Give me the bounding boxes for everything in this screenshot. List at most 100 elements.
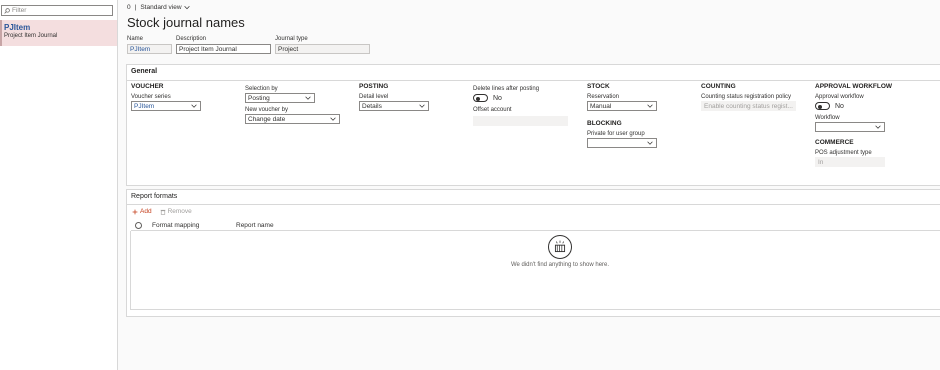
reservation-label: Reservation [587,94,620,100]
offset-account-input[interactable] [473,116,568,126]
detail-level-value: Details [362,102,382,110]
chevron-down-icon [875,125,881,129]
voucher-series-value: PJItem [134,102,155,110]
counting-policy-input[interactable]: Enable counting status regist... [701,101,796,111]
approval-heading: APPROVAL WORKFLOW [815,83,893,90]
name-value: PJItem [130,45,151,53]
separator: | [134,4,137,11]
counting-group: COUNTING Counting status registration po… [701,83,796,111]
description-value: Project Item Journal [179,45,237,53]
selection-by-label: Selection by [245,86,278,92]
journal-type-value: Project [278,45,299,53]
new-voucher-value: Change date [248,115,286,123]
selection-group: Selection by Posting New voucher by Chan… [245,82,340,124]
name-label: Name [127,36,144,42]
journal-type-field: Journal type Project [275,36,370,54]
view-selector[interactable]: Standard view [140,4,190,11]
report-formats-toolbar: Add Remove [132,208,192,215]
reservation-select[interactable]: Manual [587,101,657,111]
toggle-switch[interactable] [473,94,488,102]
voucher-series-select[interactable]: PJItem [131,101,201,111]
voucher-heading: VOUCHER [131,83,164,90]
counting-policy-value: Enable counting status regist... [704,102,793,110]
divider [127,204,940,205]
list-item[interactable]: PJItem Project Item Journal [0,20,117,46]
detail-level-select[interactable]: Details [359,101,429,111]
grid-header: Format mapping Report name [131,220,940,231]
stock-heading: STOCK [587,83,610,90]
selection-by-select[interactable]: Posting [245,93,315,103]
approval-workflow-toggle[interactable]: No [815,102,892,110]
empty-state-message: We didn't find anything to show here. [510,262,610,268]
name-field: Name PJItem [127,36,172,54]
column-header-report-name[interactable]: Report name [236,222,274,229]
remove-button[interactable]: Remove [160,208,192,215]
new-voucher-label: New voucher by [245,107,289,113]
chevron-down-icon [305,96,311,100]
remove-label: Remove [167,208,192,215]
chevron-down-icon [183,6,190,10]
list-item-title: PJItem [4,23,31,32]
delete-lines-toggle[interactable]: No [473,94,568,102]
divider [127,80,940,81]
private-user-group-label: Private for user group [587,131,645,137]
column-header-format-mapping[interactable]: Format mapping [152,222,236,229]
chevron-down-icon [330,117,336,121]
report-formats-title[interactable]: Report formats [127,190,940,200]
private-user-group-select[interactable] [587,138,657,148]
pos-adjustment-value: In [818,158,824,166]
record-count: 0 [127,4,131,11]
commerce-heading: COMMERCE [815,139,854,146]
trash-icon [160,209,165,215]
search-icon [4,7,10,14]
delete-lines-toggle-value: No [493,94,502,102]
posting-group: POSTING Detail level Details [359,83,429,111]
new-voucher-select[interactable]: Change date [245,114,340,124]
counting-heading: COUNTING [701,83,736,90]
stock-group: STOCK Reservation Manual BLOCKING Privat… [587,83,657,148]
chevron-down-icon [647,104,653,108]
general-title[interactable]: General [127,65,940,75]
delete-lines-group: Delete lines after posting No Offset acc… [473,82,568,126]
toggle-switch[interactable] [815,102,830,110]
empty-state-icon [548,235,572,259]
chevron-down-icon [191,104,197,108]
counting-policy-label: Counting status registration policy [701,94,792,100]
voucher-series-label: Voucher series [131,94,171,100]
pos-adjustment-label: POS adjustment type [815,150,872,156]
journal-type-label: Journal type [275,36,308,42]
name-input[interactable]: PJItem [127,44,172,54]
reservation-value: Manual [590,102,612,110]
chevron-down-icon [647,141,653,145]
selection-by-value: Posting [248,94,270,102]
detail-level-label: Detail level [359,94,389,100]
add-button[interactable]: Add [132,208,152,215]
approval-group: APPROVAL WORKFLOW Approval workflow No W… [815,83,892,167]
view-label: Standard view [140,4,182,11]
filter-input[interactable]: Filter [1,5,113,16]
approval-workflow-label: Approval workflow [815,94,864,100]
approval-toggle-value: No [835,102,844,110]
journal-type-input[interactable]: Project [275,44,370,54]
plus-icon [132,209,138,214]
offset-account-label: Offset account [473,107,512,113]
list-pane: Filter PJItem Project Item Journal [0,0,118,370]
grid-body [130,231,940,310]
empty-box-icon [554,240,566,253]
view-bar: 0 | Standard view [127,4,190,11]
filter-placeholder: Filter [12,7,27,14]
pos-adjustment-input[interactable]: In [815,157,885,167]
description-input[interactable]: Project Item Journal [176,44,271,54]
select-all-radio[interactable] [135,221,142,229]
workflow-select[interactable] [815,122,885,132]
description-label: Description [176,36,207,42]
chevron-down-icon [419,104,425,108]
posting-heading: POSTING [359,83,389,90]
add-label: Add [140,208,152,215]
blocking-heading: BLOCKING [587,120,622,127]
voucher-group: VOUCHER Voucher series PJItem [131,83,201,111]
list-item-subtitle: Project Item Journal [4,33,58,39]
description-field: Description Project Item Journal [176,36,271,54]
delete-lines-label: Delete lines after posting [473,86,540,92]
page-title: Stock journal names [127,15,245,30]
